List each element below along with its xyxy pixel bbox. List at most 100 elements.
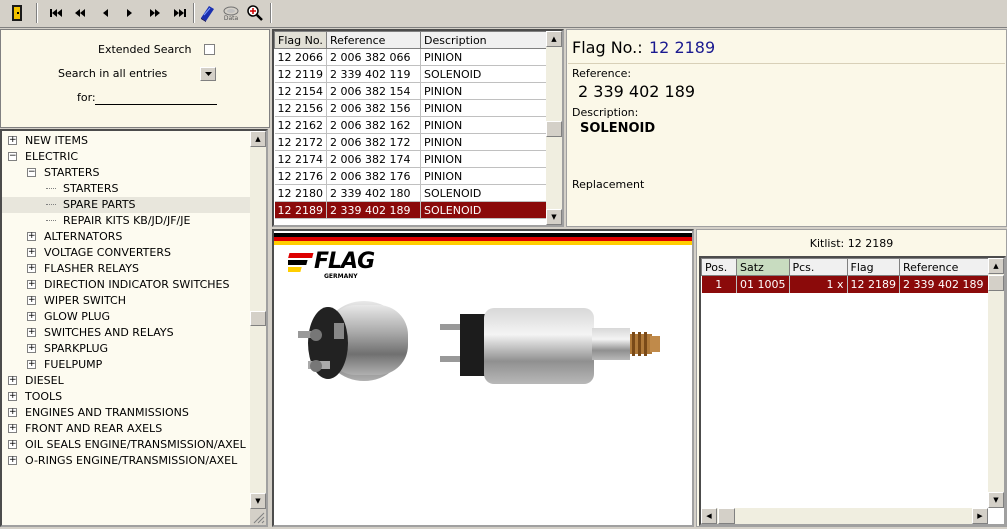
collapse-icon[interactable]: − bbox=[27, 168, 36, 177]
tree-item[interactable]: + DIRECTION INDICATOR SWITCHES bbox=[2, 277, 250, 293]
expand-icon[interactable]: + bbox=[8, 440, 17, 449]
previous-page-icon[interactable] bbox=[69, 3, 91, 23]
first-record-icon[interactable] bbox=[45, 3, 67, 23]
expand-icon[interactable]: + bbox=[27, 344, 36, 353]
kitlist-hscrollbar[interactable]: ◀ ▶ bbox=[701, 508, 988, 524]
tree-item[interactable]: + SWITCHES AND RELAYS bbox=[2, 325, 250, 341]
tree-item[interactable]: SPARE PARTS bbox=[2, 197, 250, 213]
table-cell: 2 006 382 174 bbox=[326, 150, 421, 168]
scroll-right-icon[interactable]: ▶ bbox=[972, 508, 988, 524]
tree-item[interactable]: + FLASHER RELAYS bbox=[2, 261, 250, 277]
next-record-icon[interactable] bbox=[119, 3, 141, 23]
search-for-input[interactable] bbox=[95, 90, 217, 105]
tree-item[interactable]: − STARTERS bbox=[2, 165, 250, 181]
table-row[interactable]: 12 2119 2 339 402 119 SOLENOID bbox=[274, 65, 547, 83]
scroll-left-icon[interactable]: ◀ bbox=[701, 508, 717, 524]
expand-icon[interactable]: + bbox=[8, 136, 17, 145]
expand-icon[interactable]: + bbox=[8, 408, 17, 417]
scroll-down-icon[interactable]: ▼ bbox=[250, 493, 266, 509]
scroll-up-icon[interactable]: ▲ bbox=[546, 31, 562, 47]
tree-item[interactable]: + ALTERNATORS bbox=[2, 229, 250, 245]
tree-item-label: SPARE PARTS bbox=[63, 198, 136, 211]
table-cell: PINION bbox=[420, 82, 547, 100]
tree-item[interactable]: + NEW ITEMS bbox=[2, 133, 250, 149]
previous-record-icon[interactable] bbox=[94, 3, 116, 23]
column-header[interactable]: Flag bbox=[846, 258, 900, 276]
table-row[interactable]: 12 2162 2 006 382 162 PINION bbox=[274, 116, 547, 134]
tree-scrollbar[interactable]: ▲ ▼ bbox=[250, 131, 266, 525]
expand-icon[interactable]: + bbox=[27, 232, 36, 241]
next-page-icon[interactable] bbox=[144, 3, 166, 23]
expand-icon[interactable]: + bbox=[8, 392, 17, 401]
tree-item[interactable]: + DIESEL bbox=[2, 373, 250, 389]
expand-icon[interactable]: + bbox=[27, 280, 36, 289]
column-header[interactable]: Reference bbox=[326, 31, 421, 49]
expand-icon[interactable]: + bbox=[8, 456, 17, 465]
table-row[interactable]: 12 2174 2 006 382 174 PINION bbox=[274, 150, 547, 168]
resize-grip-icon[interactable] bbox=[250, 509, 266, 525]
column-header[interactable]: Pos. bbox=[701, 258, 737, 276]
tree-item[interactable]: + GLOW PLUG bbox=[2, 309, 250, 325]
expand-icon[interactable]: + bbox=[27, 248, 36, 257]
last-record-icon[interactable] bbox=[169, 3, 191, 23]
tree-item[interactable]: − ELECTRIC bbox=[2, 149, 250, 165]
column-header[interactable]: Satz bbox=[736, 258, 790, 276]
book-icon[interactable] bbox=[196, 3, 218, 23]
tree-item[interactable]: + FUELPUMP bbox=[2, 357, 250, 373]
table-row[interactable]: 12 2189 2 339 402 189 SOLENOID bbox=[274, 201, 547, 219]
extended-search-label: Extended Search bbox=[98, 43, 192, 56]
zoom-icon[interactable] bbox=[244, 3, 266, 23]
tree-item[interactable]: + VOLTAGE CONVERTERS bbox=[2, 245, 250, 261]
table-row[interactable]: 12 2066 2 006 382 066 PINION bbox=[274, 48, 547, 66]
collapse-icon[interactable]: − bbox=[8, 152, 17, 161]
expand-icon[interactable]: + bbox=[27, 360, 36, 369]
tree-item[interactable]: + FRONT AND REAR AXELS bbox=[2, 421, 250, 437]
tree-item-label: STARTERS bbox=[63, 182, 119, 195]
expand-icon[interactable]: + bbox=[8, 376, 17, 385]
scroll-thumb[interactable] bbox=[546, 121, 562, 137]
tree-item[interactable]: REPAIR KITS KB/JD/JF/JE bbox=[2, 213, 250, 229]
table-row[interactable]: 12 2176 2 006 382 176 PINION bbox=[274, 167, 547, 185]
tree-item[interactable]: + SPARKPLUG bbox=[2, 341, 250, 357]
tree-item[interactable]: + OIL SEALS ENGINE/TRANSMISSION/AXEL bbox=[2, 437, 250, 453]
expand-icon[interactable]: + bbox=[8, 424, 17, 433]
scroll-up-icon[interactable]: ▲ bbox=[250, 131, 266, 147]
tree-item[interactable]: + O-RINGS ENGINE/TRANSMISSION/AXEL bbox=[2, 453, 250, 469]
column-header[interactable]: Flag No. bbox=[274, 31, 327, 49]
grid-scrollbar[interactable]: ▲ ▼ bbox=[546, 31, 562, 225]
tree-item[interactable]: + ENGINES AND TRANMISSIONS bbox=[2, 405, 250, 421]
search-scope-dropdown[interactable] bbox=[200, 67, 216, 81]
scroll-up-icon[interactable]: ▲ bbox=[988, 258, 1004, 274]
column-header[interactable]: Pcs. bbox=[788, 258, 848, 276]
table-cell: 2 006 382 162 bbox=[326, 116, 421, 134]
column-header[interactable]: Description bbox=[420, 31, 547, 49]
table-row[interactable]: 12 2156 2 006 382 156 PINION bbox=[274, 99, 547, 117]
extended-search-checkbox[interactable] bbox=[204, 44, 215, 55]
description-label: Description: bbox=[572, 106, 639, 119]
flag-no-label: Flag No.: bbox=[572, 38, 643, 57]
scroll-thumb[interactable] bbox=[988, 275, 1004, 291]
table-cell: 2 006 382 066 bbox=[326, 48, 421, 66]
search-scope-label: Search in all entries bbox=[58, 67, 168, 80]
table-row[interactable]: 12 2172 2 006 382 172 PINION bbox=[274, 133, 547, 151]
column-header[interactable]: Reference bbox=[899, 258, 996, 276]
table-row[interactable]: 1 01 1005 1 x 12 2189 2 339 402 189 bbox=[701, 275, 996, 293]
table-row[interactable]: 12 2154 2 006 382 154 PINION bbox=[274, 82, 547, 100]
expand-icon[interactable]: + bbox=[27, 328, 36, 337]
table-cell: 12 2172 bbox=[274, 133, 327, 151]
scroll-thumb[interactable] bbox=[250, 311, 266, 326]
table-row[interactable]: 12 2180 2 339 402 180 SOLENOID bbox=[274, 184, 547, 202]
tree-item[interactable]: STARTERS bbox=[2, 181, 250, 197]
table-cell: PINION bbox=[420, 167, 547, 185]
expand-icon[interactable]: + bbox=[27, 312, 36, 321]
tree-item[interactable]: + WIPER SWITCH bbox=[2, 293, 250, 309]
expand-icon[interactable]: + bbox=[27, 264, 36, 273]
tree-item[interactable]: + TOOLS bbox=[2, 389, 250, 405]
scroll-down-icon[interactable]: ▼ bbox=[546, 209, 562, 225]
kitlist-vscrollbar[interactable]: ▲ ▼ bbox=[988, 258, 1004, 508]
scroll-thumb[interactable] bbox=[718, 508, 735, 524]
exit-icon[interactable] bbox=[6, 3, 28, 23]
expand-icon[interactable]: + bbox=[27, 296, 36, 305]
scroll-down-icon[interactable]: ▼ bbox=[988, 492, 1004, 508]
data-icon[interactable]: Data bbox=[220, 3, 242, 23]
